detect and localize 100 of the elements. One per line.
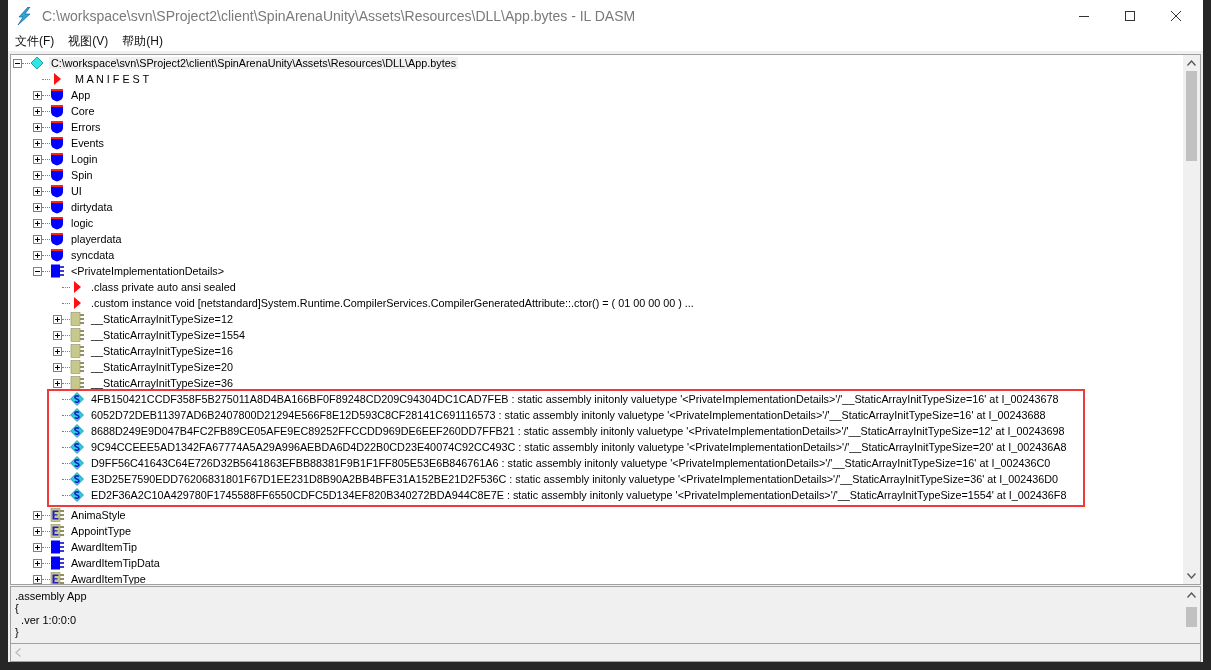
scroll-down-icon[interactable] — [1187, 573, 1196, 579]
menu-item[interactable]: 帮助(H) — [115, 32, 170, 50]
expand-icon[interactable] — [33, 90, 42, 100]
menu-item[interactable]: 文件(F) — [8, 32, 62, 50]
tree-item[interactable]: C:\workspace\svn\SProject2\client\SpinArenaUnity\Assets\Resources\DLL\App.bytes — [49, 57, 459, 69]
expand-icon[interactable] — [33, 106, 42, 116]
collapse-icon[interactable] — [33, 266, 42, 276]
expand-icon[interactable] — [33, 122, 42, 132]
tree-item[interactable]: ED2F36A2C10A429780F1745588FF6550CDFC5D134EF820B340272BDA944C8E7E : static assembly initonly valuetype '<PrivateImplementationDetails>'/'__StaticArrayInitTypeSize=1554' at I_002436F8 — [89, 489, 1069, 501]
expand-icon[interactable] — [33, 202, 42, 212]
tree-item[interactable]: Spin — [69, 169, 95, 181]
expand-icon[interactable] — [53, 346, 62, 356]
expand-icon[interactable] — [33, 154, 42, 164]
tree-item[interactable]: AwardItemTipData — [69, 557, 162, 569]
expand-icon[interactable] — [33, 138, 42, 148]
expand-icon[interactable] — [33, 510, 42, 520]
tree-item[interactable]: 4FB150421CCDF358F5B275011A8D4BA166BF0F89248CD209C94304DC1CAD7FEB : static assembly initonly valuetype '<PrivateImplementationDetails>'/'__StaticArrayInitTypeSize=16' at I_00243678 — [89, 393, 1061, 405]
field-icon — [70, 408, 84, 422]
shield-icon — [50, 152, 64, 166]
class-icon — [50, 540, 64, 554]
horizontal-scrollbar[interactable] — [10, 644, 1201, 662]
tree-item[interactable]: AppointType — [69, 525, 134, 537]
tree-item[interactable]: dirtydata — [69, 201, 115, 213]
tree-item[interactable]: 8688D249E9D047B4FC2FB89CE05AFE9EC89252FFCCDD969DE6EEF260DD7FFB21 : static assembly initonly valuetype '<PrivateImplementationDetails>'/'__StaticArrayInitTypeSize=12' at I_00243698 — [89, 425, 1067, 437]
expand-icon[interactable] — [33, 234, 42, 244]
tree-item[interactable]: 9C94CCEEE5AD1342FA67774A5A29A996AEBDA6D4D22B0CD23E40074C92CC493C : static assembly initonly valuetype '<PrivateImplementationDetails>'/'__StaticArrayInitTypeSize=20' at I_002436A8 — [89, 441, 1069, 453]
field-icon — [70, 472, 84, 486]
enum-icon — [50, 524, 64, 538]
class-icon — [70, 328, 84, 342]
scrollbar-thumb[interactable] — [1186, 71, 1197, 161]
expand-icon[interactable] — [33, 218, 42, 228]
shield-icon — [50, 104, 64, 118]
tree-item[interactable]: M A N I F E S T — [73, 73, 152, 85]
expand-icon[interactable] — [53, 378, 62, 388]
field-icon — [70, 456, 84, 470]
tree-item[interactable]: App — [69, 89, 93, 101]
shield-icon — [50, 136, 64, 150]
expand-icon[interactable] — [33, 186, 42, 196]
field-icon — [70, 424, 84, 438]
expand-icon[interactable] — [53, 314, 62, 324]
field-icon — [70, 440, 84, 454]
menu-item[interactable]: 视图(V) — [61, 32, 116, 50]
scroll-up-icon[interactable] — [1187, 60, 1196, 66]
tree-item[interactable]: .custom instance void [netstandard]System.Runtime.CompilerServices.CompilerGeneratedAttribute::.ctor() = ( 01 00 00 00 ) ... — [89, 297, 696, 309]
expand-icon[interactable] — [33, 526, 42, 536]
shield-icon — [50, 216, 64, 230]
expand-icon[interactable] — [33, 170, 42, 180]
tree-item[interactable]: Core — [69, 105, 97, 117]
close-icon[interactable] — [1171, 10, 1181, 21]
expand-icon[interactable] — [53, 330, 62, 340]
enum-icon — [50, 508, 64, 522]
shield-icon — [50, 168, 64, 182]
shield-icon — [50, 184, 64, 198]
tree-item[interactable]: E3D25E7590EDD76206831801F67D1EE231D8B90A2BB4BFE31A152BE21D2F536C : static assembly initonly valuetype '<PrivateImplementationDetails>'/'__StaticArrayInitTypeSize=36' at I_002436D0 — [89, 473, 1061, 485]
class-icon — [70, 344, 84, 358]
code-line: .ver 1:0:0:0 — [20, 614, 78, 626]
tree-item[interactable]: syncdata — [69, 249, 117, 261]
shield-icon — [50, 248, 64, 262]
code-line: { — [15, 602, 20, 614]
tree-item[interactable]: __StaticArrayInitTypeSize=12 — [89, 313, 235, 325]
window-title: C:\workspace\svn\SProject2\client\SpinArenaUnity\Assets\Resources\DLL\App.bytes - IL DASM — [42, 7, 637, 24]
tree-item[interactable]: __StaticArrayInitTypeSize=1554 — [89, 329, 247, 341]
collapse-icon[interactable] — [13, 58, 22, 68]
vertical-scrollbar[interactable] — [1183, 55, 1200, 584]
class-icon — [50, 556, 64, 570]
shield-icon — [50, 232, 64, 246]
tree-item[interactable]: __StaticArrayInitTypeSize=20 — [89, 361, 235, 373]
tree-item[interactable]: 6052D72DEB11397AD6B2407800D21294E566F8E12D593C8CF28141C691116573 : static assembly initonly valuetype '<PrivateImplementationDetails>'/'__StaticArrayInitTypeSize=16' at I_00243688 — [89, 409, 1048, 421]
shield-icon — [50, 200, 64, 214]
class-icon — [70, 360, 84, 374]
tree-item[interactable]: Login — [69, 153, 100, 165]
expand-icon[interactable] — [33, 250, 42, 260]
field-icon — [70, 488, 84, 502]
tree-item[interactable]: <PrivateImplementationDetails> — [69, 265, 227, 277]
shield-icon — [50, 88, 64, 102]
class-icon — [70, 312, 84, 326]
tree-item[interactable]: logic — [69, 217, 96, 229]
shield-icon — [50, 120, 64, 134]
scrollbar-thumb[interactable] — [1186, 607, 1197, 627]
diamond-icon — [30, 56, 44, 70]
tree-item[interactable]: Events — [69, 137, 106, 149]
tree-item[interactable]: AwardItemTip — [69, 541, 139, 553]
tree-item[interactable]: D9FF56C41643C64E726D32B5641863EFBB88381F9B1F1FF805E53E6B846761A6 : static assembly initonly valuetype '<PrivateImplementationDetails>'/'__StaticArrayInitTypeSize=16' at I_002436C0 — [89, 457, 1053, 469]
expand-icon[interactable] — [33, 542, 42, 552]
maximize-icon[interactable] — [1125, 10, 1135, 21]
expand-icon[interactable] — [33, 574, 42, 584]
expand-icon[interactable] — [33, 558, 42, 568]
expand-icon[interactable] — [53, 362, 62, 372]
tree-item[interactable]: __StaticArrayInitTypeSize=16 — [89, 345, 235, 357]
tree-item[interactable]: UI — [69, 185, 84, 197]
lightning-icon — [17, 6, 31, 25]
code-line: .assembly App — [15, 590, 88, 602]
code-line: } — [15, 626, 20, 638]
class-icon — [50, 264, 64, 278]
tree-item[interactable]: .class private auto ansi sealed — [89, 281, 238, 293]
tree-item[interactable]: __StaticArrayInitTypeSize=36 — [89, 377, 235, 389]
tree-item[interactable]: Errors — [69, 121, 103, 133]
scroll-up-icon[interactable] — [1187, 592, 1196, 598]
tree-item[interactable]: playerdata — [69, 233, 124, 245]
tree-item[interactable]: AnimaStyle — [69, 509, 128, 521]
